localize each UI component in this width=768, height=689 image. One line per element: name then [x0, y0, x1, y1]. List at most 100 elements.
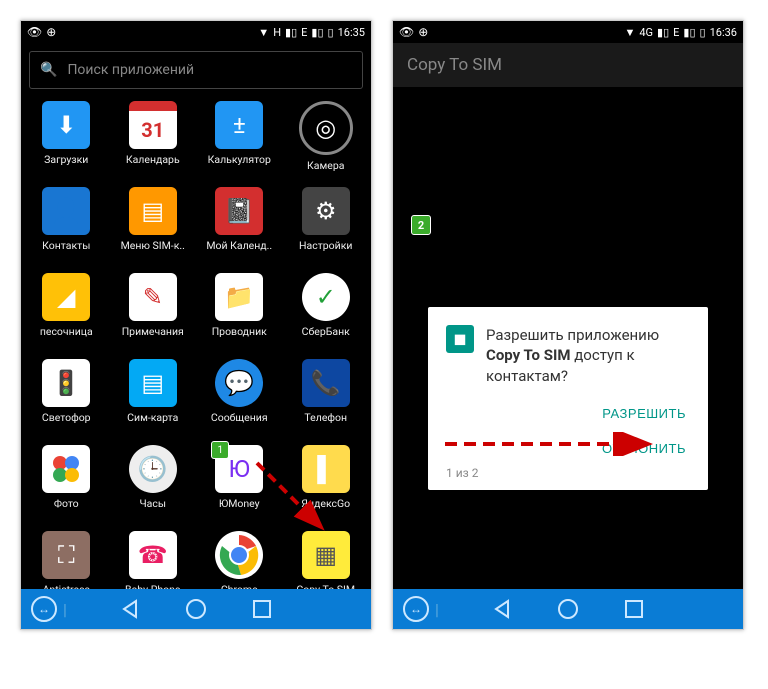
app-label: Мой Календ..	[206, 239, 272, 252]
annotation-marker-2: 2	[411, 215, 431, 235]
app-icon: 📞	[302, 359, 350, 407]
app-icon: ◢	[42, 273, 90, 321]
app-label: ЯндексGo	[301, 497, 350, 510]
app-label: СберБанк	[302, 325, 350, 338]
app-icon: 🕒	[129, 445, 177, 493]
app-icon	[215, 531, 263, 579]
teamviewer-icon[interactable]: ↔	[31, 596, 57, 622]
app-icon: ✎	[129, 273, 177, 321]
app-фото[interactable]: Фото	[23, 441, 110, 527]
app-icon: 💬	[215, 359, 263, 407]
battery-icon: ▯	[700, 26, 706, 39]
clock: 16:36	[710, 26, 737, 39]
recent-button[interactable]	[250, 597, 274, 621]
recent-button[interactable]	[622, 597, 646, 621]
app-icon: 👤	[42, 187, 90, 235]
notif-icon: 👁	[399, 25, 414, 39]
app-label: Сообщения	[211, 411, 268, 424]
nav-bar: ↔ |	[393, 589, 743, 629]
allow-button[interactable]: РАЗРЕШИТЬ	[598, 400, 690, 427]
app-label: Меню SIM-к..	[121, 239, 185, 252]
app-icon: 📁	[215, 273, 263, 321]
deny-button[interactable]: ОТКЛОНИТЬ	[598, 435, 690, 462]
app-label: Фото	[54, 497, 79, 510]
app-часы[interactable]: 🕒 Часы	[110, 441, 197, 527]
signal-icon: ▮▯	[311, 26, 323, 39]
home-button[interactable]	[556, 597, 580, 621]
notif-icon: 👁	[27, 25, 42, 39]
app-светофор[interactable]: 🚦 Светофор	[23, 355, 110, 441]
back-button[interactable]	[118, 597, 142, 621]
permission-dialog: ◼ Разрешить приложению Copy To SIM досту…	[428, 307, 708, 490]
signal-icon: ▮▯	[285, 26, 297, 39]
app-search-input[interactable]: 🔍 Поиск приложений	[29, 51, 363, 89]
back-button[interactable]	[490, 597, 514, 621]
app-label: Сим-карта	[127, 411, 178, 424]
app-icon: ⛶	[42, 531, 90, 579]
app-label: Примечания	[122, 325, 184, 338]
app-песочница[interactable]: ◢ песочница	[23, 269, 110, 355]
app-label: Камера	[307, 159, 344, 172]
app-сообщения[interactable]: 💬 Сообщения	[196, 355, 283, 441]
app-камера[interactable]: ◎Камера	[283, 97, 370, 183]
app-label: Калькулятор	[208, 153, 271, 166]
app-icon: Ю1	[215, 445, 263, 493]
signal-icon: ▮▯	[683, 26, 695, 39]
app-label: ЮMoney	[219, 497, 260, 510]
app-примечания[interactable]: ✎ Примечания	[110, 269, 197, 355]
net-label: E	[301, 26, 307, 39]
app-icon: ✓	[302, 273, 350, 321]
app-контакты[interactable]: 👤Контакты	[23, 183, 110, 269]
app-label: Настройки	[299, 239, 352, 252]
app-icon: ☎	[129, 531, 177, 579]
net-label: 4G	[639, 26, 653, 39]
dialog-text: Разрешить приложению Copy To SIM доступ …	[486, 325, 690, 386]
app-icon: ▌	[302, 445, 350, 493]
app-icon: ▤	[129, 187, 177, 235]
status-bar: 👁 ⊕ ▼ H ▮▯ E ▮▯ ▯ 16:35	[21, 21, 371, 43]
contacts-icon: ◼	[446, 325, 474, 353]
app-телефон[interactable]: 📞 Телефон	[283, 355, 370, 441]
app-яндексgo[interactable]: ▌ ЯндексGo	[283, 441, 370, 527]
home-button[interactable]	[184, 597, 208, 621]
phone-left: 👁 ⊕ ▼ H ▮▯ E ▮▯ ▯ 16:35 🔍 Поиск приложен…	[20, 20, 372, 630]
app-chrome[interactable]: Chrome	[196, 527, 283, 589]
app-grid: ⬇Загрузки 31 Календарь ± Калькулятор ◎Камера 👤…	[21, 93, 371, 589]
notif-icon: ⊕	[46, 25, 56, 39]
app-юmoney[interactable]: Ю1 ЮMoney	[196, 441, 283, 527]
app-сим-карта[interactable]: ▤ Сим-карта	[110, 355, 197, 441]
status-bar: 👁 ⊕ ▼ 4G ▮▯ E ▮▯ ▯ 16:36	[393, 21, 743, 43]
net-label: H	[273, 26, 281, 39]
app-проводник[interactable]: 📁Проводник	[196, 269, 283, 355]
app-label: Светофор	[42, 411, 91, 424]
app-icon: 31	[129, 101, 177, 149]
app-icon: ▤	[129, 359, 177, 407]
app-label: песочница	[40, 325, 93, 338]
app-antistress[interactable]: ⛶Antistress	[23, 527, 110, 589]
app-настройки[interactable]: ⚙Настройки	[283, 183, 370, 269]
app-title: Copy To SIM	[407, 55, 502, 75]
notif-icon: ⊕	[418, 25, 428, 39]
teamviewer-icon[interactable]: ↔	[403, 596, 429, 622]
wifi-icon: ▼	[258, 26, 269, 39]
app-copy-to-sim[interactable]: ▦Copy To SIM	[283, 527, 370, 589]
app-калькулятор[interactable]: ± Калькулятор	[196, 97, 283, 183]
app-label: Часы	[139, 497, 166, 510]
app-icon: ±	[215, 101, 263, 149]
search-icon: 🔍	[40, 62, 57, 78]
app-загрузки[interactable]: ⬇Загрузки	[23, 97, 110, 183]
app-badge: 1	[211, 441, 229, 459]
app-baby-phone[interactable]: ☎Baby Phone	[110, 527, 197, 589]
app-label: Календарь	[126, 153, 180, 166]
nav-bar: ↔ |	[21, 589, 371, 629]
app-label: Загрузки	[44, 153, 88, 166]
net-label: E	[673, 26, 679, 39]
app-icon: 🚦	[42, 359, 90, 407]
app-календарь[interactable]: 31 Календарь	[110, 97, 197, 183]
app-сбербанк[interactable]: ✓ СберБанк	[283, 269, 370, 355]
app-меню-sim-к-[interactable]: ▤ Меню SIM-к..	[110, 183, 197, 269]
app-icon	[42, 445, 90, 493]
app-icon: 📓	[215, 187, 263, 235]
app-label: Телефон	[304, 411, 347, 424]
app-мой-календ-[interactable]: 📓 Мой Календ..	[196, 183, 283, 269]
